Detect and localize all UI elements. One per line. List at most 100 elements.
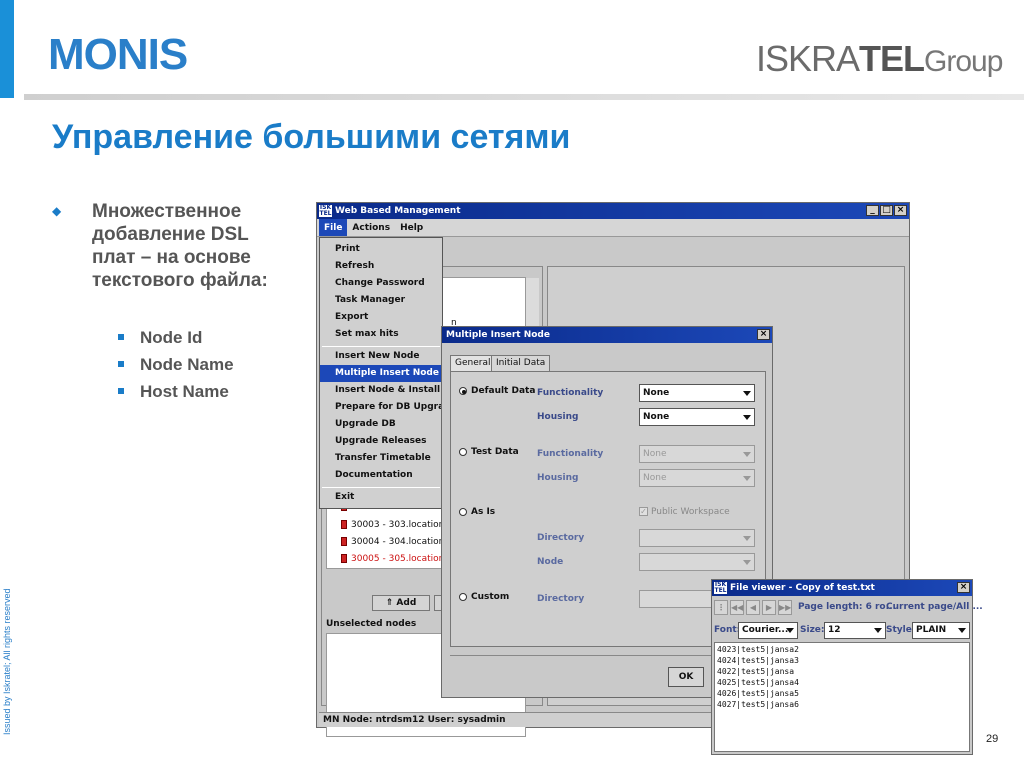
radio-custom[interactable]: Custom (459, 592, 509, 602)
menu-separator (322, 346, 440, 347)
radio-test-data[interactable]: Test Data (459, 447, 519, 457)
dropdown-arrow-icon (743, 391, 751, 396)
file-line: 4026|test5|jansa5 (717, 689, 799, 698)
last-page-button[interactable]: ▶▶ (778, 600, 792, 615)
file-viewer-window: ISK TEL File viewer - Copy of test.txt × … (711, 579, 983, 755)
radio-selected-icon (459, 386, 467, 395)
dropdown-arrow-icon (786, 628, 794, 633)
menu-item-prepare-db-upgrade[interactable]: Prepare for DB Upgrade (320, 399, 457, 416)
menu-item-exit[interactable]: Exit (320, 489, 442, 506)
node-icon (341, 554, 347, 563)
add-button[interactable]: ⇑ Add (372, 595, 430, 611)
font-select[interactable]: Courier... (738, 622, 798, 639)
menu-item-task-manager[interactable]: Task Manager (320, 292, 442, 309)
menu-item-insert-new-node[interactable]: Insert New Node (320, 348, 442, 365)
custom-directory-label: Directory (537, 594, 585, 604)
menu-actions[interactable]: Actions (347, 219, 395, 236)
size-select[interactable]: 12 (824, 622, 886, 639)
menu-item-set-max-hits[interactable]: Set max hits (320, 326, 442, 343)
size-label: Size: (800, 625, 825, 635)
directory-select (639, 529, 755, 547)
list-item[interactable]: 30005 - 305.location1 (341, 552, 450, 566)
radio-icon (459, 447, 467, 456)
node-icon (341, 537, 347, 546)
monis-logo: MONIS (48, 30, 188, 79)
maximize-button[interactable]: □ (880, 205, 893, 216)
public-workspace-checkbox: ✓ Public Workspace (639, 507, 730, 517)
menu-separator (322, 487, 440, 488)
copyright-note: Issued by Iskratel; All rights reserved (2, 588, 12, 735)
menu-item-print[interactable]: Print (320, 241, 442, 258)
dropdown-arrow-icon (958, 628, 966, 633)
menu-item-insert-node-install-ne[interactable]: Insert Node & Install NE (320, 382, 457, 399)
functionality-select[interactable]: None (639, 384, 755, 402)
unselected-nodes-label: Unselected nodes (326, 619, 417, 629)
file-line: 4024|test5|jansa3 (717, 656, 799, 665)
file-viewer-close-button[interactable]: × (957, 582, 970, 593)
list-item[interactable]: 30004 - 304.location1 (341, 535, 450, 549)
main-window-title: Web Based Management (335, 206, 461, 216)
menu-bar: File Actions Help (317, 219, 909, 237)
test-functionality-label: Functionality (537, 449, 604, 459)
file-viewer-navigation: ⋮ ◀◀ ◀ ▶ ▶▶ Page length: 6 ro... Current… (714, 598, 983, 618)
sub-bullet-item: Node Name (118, 351, 234, 378)
ok-button[interactable]: OK (668, 667, 704, 687)
dropdown-arrow-icon (743, 536, 751, 541)
menu-item-upgrade-releases[interactable]: Upgrade Releases (320, 433, 442, 450)
radio-default-data[interactable]: Default Data (459, 386, 535, 396)
file-line: 4027|test5|jansa6 (717, 700, 799, 709)
menu-item-multiple-insert-node[interactable]: Multiple Insert Node (320, 365, 442, 382)
dropdown-arrow-icon (743, 452, 751, 457)
menu-file[interactable]: File (319, 219, 348, 236)
menu-help[interactable]: Help (395, 219, 428, 236)
dropdown-arrow-icon (874, 628, 882, 633)
tab-initial-data[interactable]: Initial Data (491, 355, 551, 371)
node-label: Node (537, 557, 564, 567)
file-line: 4022|test5|jansa (717, 667, 795, 676)
square-bullet-icon (118, 360, 124, 367)
dialog-close-button[interactable]: × (757, 329, 770, 340)
checkbox-icon: ✓ (639, 507, 648, 516)
radio-as-is[interactable]: As Is (459, 507, 495, 517)
file-menu-dropdown: Print Refresh Change Password Task Manag… (319, 237, 457, 509)
sub-bullet-item: Node Id (118, 324, 234, 351)
housing-select[interactable]: None (639, 408, 755, 426)
menu-item-upgrade-db[interactable]: Upgrade DB (320, 416, 442, 433)
menu-item-transfer-timetable[interactable]: Transfer Timetable (320, 450, 442, 467)
file-viewer-title: File viewer - Copy of test.txt (730, 583, 875, 593)
minimize-button[interactable]: _ (866, 205, 879, 216)
file-line: 4023|test5|jansa2 (717, 645, 799, 654)
menu-item-refresh[interactable]: Refresh (320, 258, 442, 275)
file-content-area[interactable]: 4023|test5|jansa2 4024|test5|jansa3 4022… (714, 642, 970, 752)
page-length-label: Page length: 6 ro... (798, 602, 896, 612)
iskratel-logo: ISKRATELGroup (756, 38, 1003, 79)
page-number: 29 (986, 733, 999, 745)
directory-label: Directory (537, 533, 585, 543)
first-page-button[interactable]: ◀◀ (730, 600, 744, 615)
slide-title: Управление большими сетями (52, 118, 571, 156)
tab-general[interactable]: General (450, 355, 496, 371)
menu-item-change-password[interactable]: Change Password (320, 275, 442, 292)
dropdown-arrow-icon (743, 476, 751, 481)
square-bullet-icon (118, 387, 124, 394)
prev-page-button[interactable]: ◀ (746, 600, 760, 615)
style-select[interactable]: PLAIN (912, 622, 970, 639)
current-page-label: Current page/All ... (886, 602, 983, 612)
font-label: Font: (714, 625, 741, 635)
close-button[interactable]: × (894, 205, 907, 216)
next-page-button[interactable]: ▶ (762, 600, 776, 615)
test-housing-label: Housing (537, 473, 579, 483)
header-accent-bar (0, 0, 14, 98)
sub-bullet-list: Node Id Node Name Host Name (118, 324, 234, 405)
iskratel-app-icon: ISK TEL (319, 204, 332, 217)
menu-item-export[interactable]: Export (320, 309, 442, 326)
list-item[interactable]: 30003 - 303.location1 (341, 518, 450, 532)
file-viewer-font-bar: Font: Courier... Size: 12 Style: PLAIN (714, 620, 970, 640)
test-housing-select: None (639, 469, 755, 487)
test-functionality-select: None (639, 445, 755, 463)
dropdown-arrow-icon (743, 560, 751, 565)
menu-item-documentation[interactable]: Documentation (320, 467, 442, 484)
sub-bullet-item: Host Name (118, 378, 234, 405)
housing-label: Housing (537, 412, 579, 422)
header-divider (24, 94, 1024, 100)
